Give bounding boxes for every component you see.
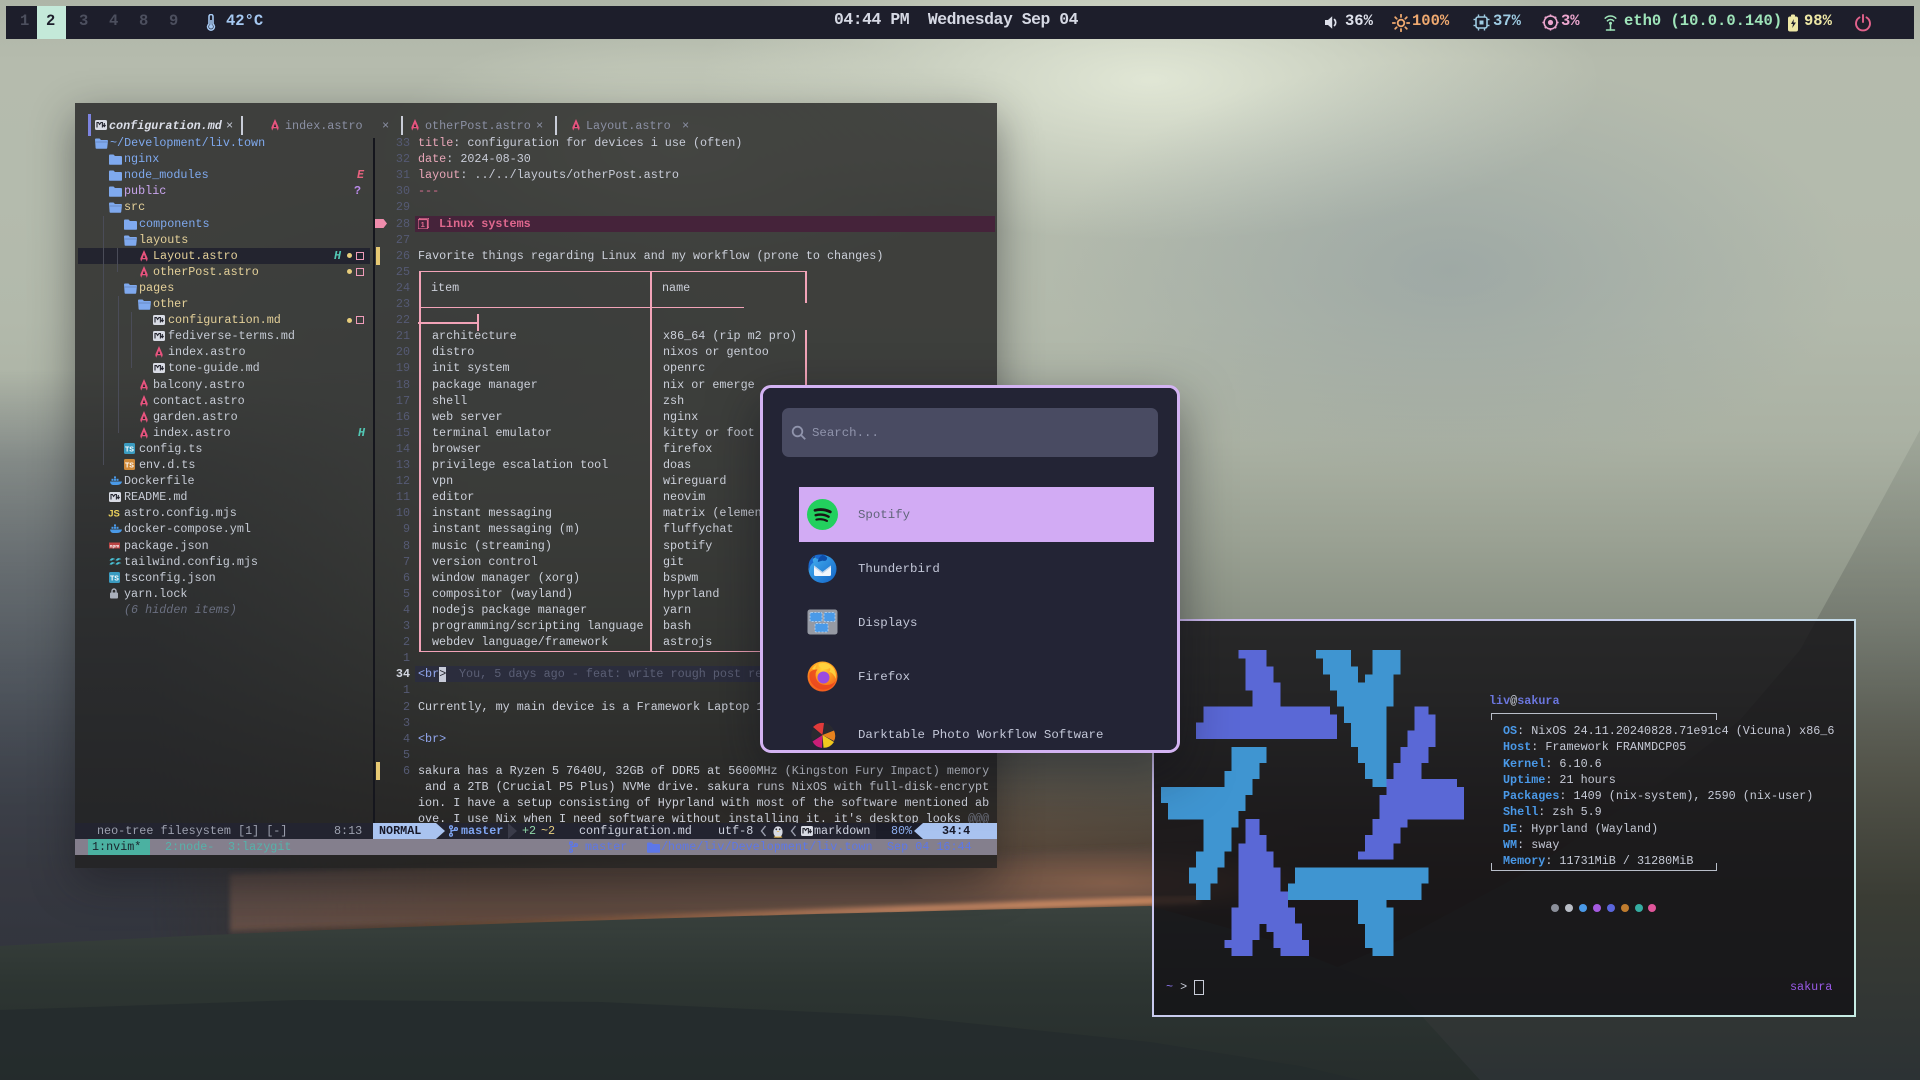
svg-text:TS: TS <box>110 575 119 582</box>
svg-text:npm: npm <box>110 543 120 548</box>
svg-text:TS: TS <box>125 462 134 469</box>
svg-text:1: 1 <box>421 220 425 229</box>
svg-text:TS: TS <box>125 446 134 453</box>
svg-text:JS: JS <box>108 509 120 519</box>
